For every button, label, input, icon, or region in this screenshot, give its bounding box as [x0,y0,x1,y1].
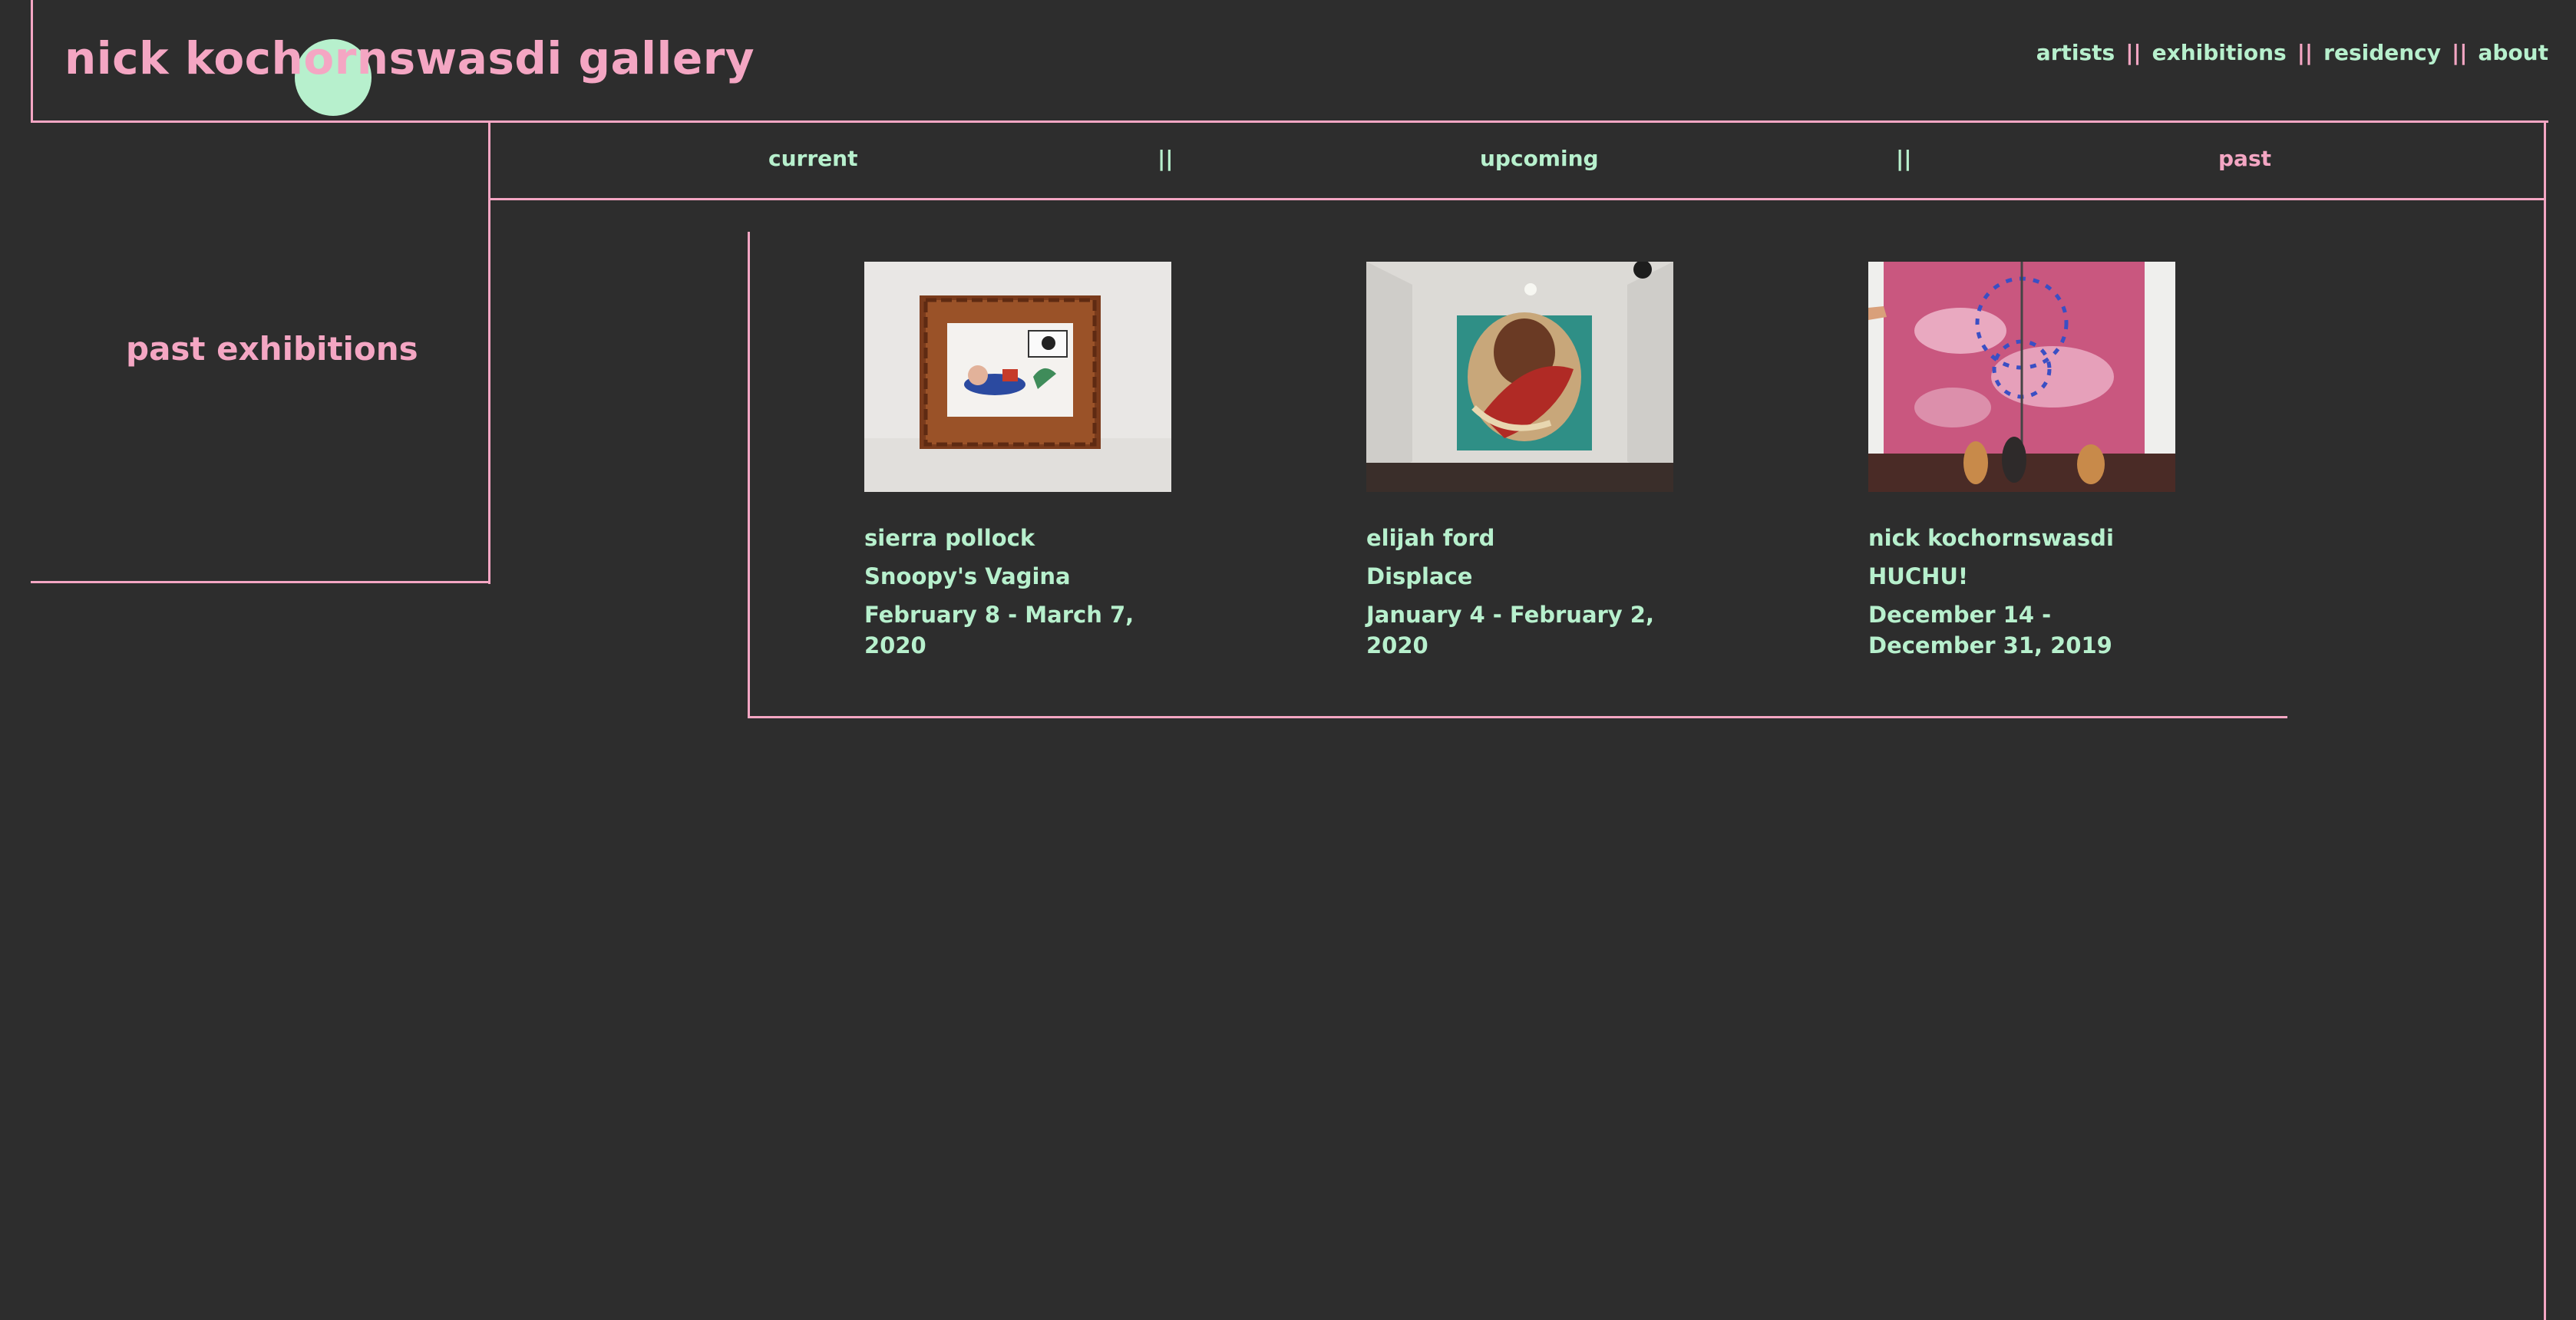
exhibition-card: nick kochornswasdi HUCHU! December 14 - … [1868,262,2175,668]
exhibition-card: elijah ford Displace January 4 - Februar… [1366,262,1673,668]
exhibition-artist[interactable]: nick kochornswasdi [1868,523,2175,553]
tab-upcoming[interactable]: upcoming [1480,146,1599,171]
page: nick kochornswasdi gallery artists || ex… [0,0,2576,1320]
nav-separator: || [2452,40,2468,65]
exhibition-image[interactable] [1366,262,1673,492]
installation-artwork [1868,262,2175,492]
exhibition-artist[interactable]: elijah ford [1366,523,1673,553]
exhibition-title: HUCHU! [1868,563,1969,589]
exhibition-image[interactable] [1868,262,2175,492]
tab-past[interactable]: past [2218,146,2271,171]
exhibition-card: sierra pollock Snoopy's Vagina February … [864,262,1171,668]
exhibition-dates: January 4 - February 2, 2020 [1366,602,1655,658]
exhibition-dates: December 14 - December 31, 2019 [1868,602,2112,658]
subnav-separator: || [1158,146,1174,171]
painting-artwork [864,262,1171,492]
page-title: past exhibitions [126,330,418,368]
main-nav: artists || exhibitions || residency || a… [2036,40,2548,65]
exhibition-title: Displace [1366,563,1473,589]
exhibition-dates: February 8 - March 7, 2020 [864,602,1134,658]
nav-exhibitions[interactable]: exhibitions [2152,40,2287,65]
tab-current[interactable]: current [768,146,857,171]
nav-residency[interactable]: residency [2323,40,2441,65]
site-logo[interactable]: nick kochornswasdi gallery [64,28,755,116]
header-bottom-border [31,120,2548,123]
nav-about[interactable]: about [2479,40,2549,65]
list-bottom-border [748,716,2287,718]
subnav-separator: || [1896,146,1912,171]
list-left-border [748,232,750,718]
painting-artwork [1366,262,1673,492]
content-right-border [2544,120,2546,1320]
subnav-bottom-border [488,198,2546,200]
content-left-border [488,120,490,584]
exhibition-image[interactable] [864,262,1171,492]
nav-separator: || [2125,40,2142,65]
exhibition-artist[interactable]: sierra pollock [864,523,1171,553]
exhibition-title: Snoopy's Vagina [864,563,1071,589]
nav-separator: || [2297,40,2313,65]
sidebar-bottom-border [31,581,490,583]
header-left-border [31,0,33,123]
nav-artists[interactable]: artists [2036,40,2115,65]
logo-text[interactable]: nick kochornswasdi gallery [64,28,755,89]
